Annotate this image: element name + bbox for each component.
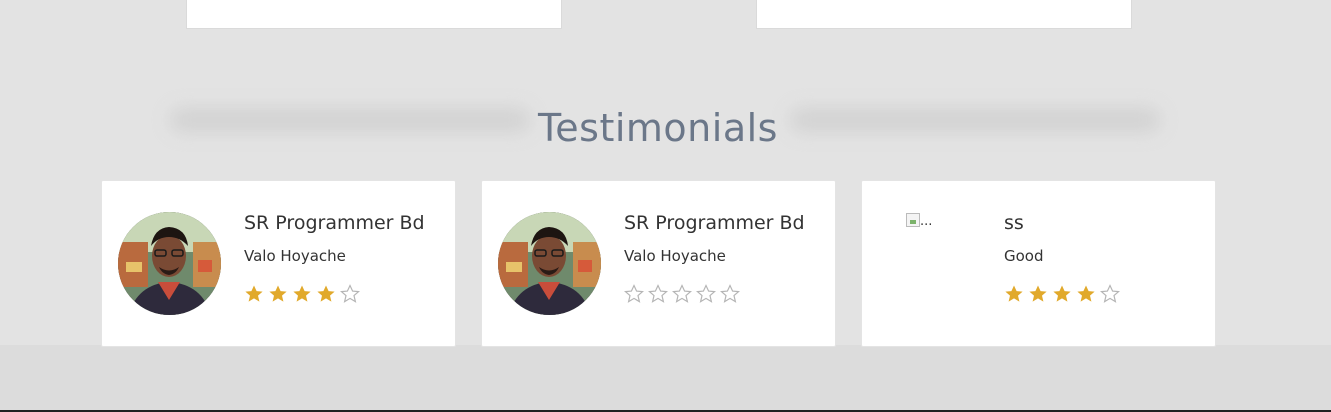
testimonial-name: SR Programmer Bd xyxy=(244,212,425,234)
star-empty-icon xyxy=(1100,284,1120,303)
testimonial-card: ... ss Good xyxy=(861,180,1216,347)
star-filled-icon xyxy=(1029,285,1047,302)
star-filled-icon xyxy=(1053,285,1071,302)
avatar xyxy=(498,212,601,315)
star-rating xyxy=(244,284,360,304)
testimonial-text: Good xyxy=(1004,247,1044,265)
testimonial-name: ss xyxy=(1004,212,1024,234)
star-empty-icon xyxy=(648,284,668,303)
star-empty-icon xyxy=(340,284,360,303)
star-empty-icon xyxy=(624,284,644,303)
top-card xyxy=(756,0,1132,29)
star-rating xyxy=(1004,284,1120,304)
bottom-band xyxy=(0,345,1331,412)
broken-image-icon: ... xyxy=(906,213,946,233)
avatar xyxy=(118,212,221,315)
star-filled-icon xyxy=(245,285,263,302)
star-filled-icon xyxy=(1005,285,1023,302)
star-empty-icon xyxy=(696,284,716,303)
testimonial-text: Valo Hoyache xyxy=(244,247,346,265)
star-rating xyxy=(624,284,740,304)
section-title: Testimonials xyxy=(538,106,778,150)
star-filled-icon xyxy=(1077,285,1095,302)
top-card xyxy=(186,0,562,29)
star-empty-icon xyxy=(672,284,692,303)
testimonial-text: Valo Hoyache xyxy=(624,247,726,265)
testimonial-name: SR Programmer Bd xyxy=(624,212,805,234)
star-filled-icon xyxy=(269,285,287,302)
testimonial-card: SR Programmer Bd Valo Hoyache xyxy=(481,180,836,347)
testimonial-card: SR Programmer Bd Valo Hoyache xyxy=(101,180,456,347)
image-alt-text: ... xyxy=(920,214,933,229)
star-empty-icon xyxy=(720,284,740,303)
star-filled-icon xyxy=(293,285,311,302)
star-filled-icon xyxy=(317,285,335,302)
